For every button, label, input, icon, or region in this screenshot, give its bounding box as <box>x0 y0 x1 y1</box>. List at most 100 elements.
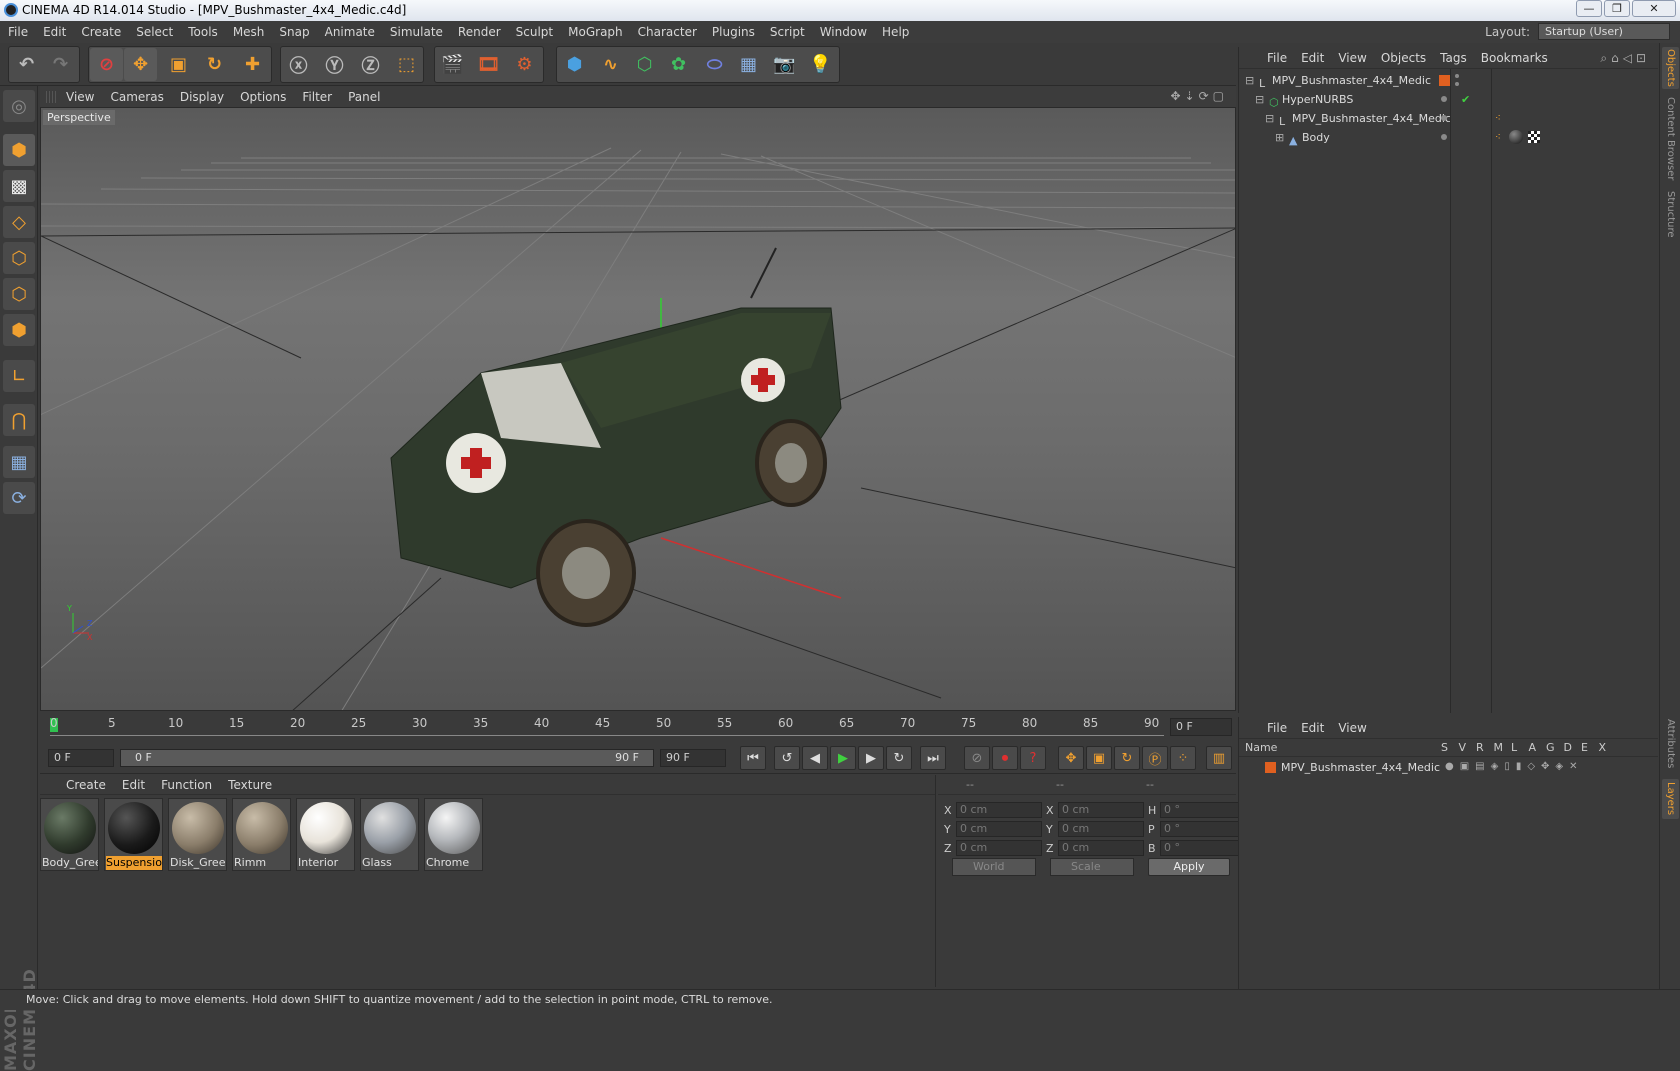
col-animation[interactable]: A <box>1529 741 1547 754</box>
spline-icon[interactable]: ∿ <box>594 48 627 81</box>
planar-workplane-icon[interactable]: ⟳ <box>3 482 35 514</box>
object-column-divider[interactable] <box>1450 69 1451 713</box>
rotate-tool-icon[interactable]: ↻ <box>198 48 231 81</box>
material-menu-function[interactable]: Function <box>161 778 212 792</box>
material-menu-texture[interactable]: Texture <box>228 778 272 792</box>
size-z-field[interactable]: 0 cm <box>1058 840 1144 856</box>
visibility-dot[interactable] <box>1441 134 1447 140</box>
x-axis-lock-icon[interactable]: ⓧ <box>282 48 315 81</box>
material-swatch[interactable]: Body_Gree <box>40 798 99 871</box>
render-view-icon[interactable]: 🎬 <box>436 48 469 81</box>
nurbs-icon[interactable]: ⬡ <box>628 48 661 81</box>
z-axis-lock-icon[interactable]: Ⓩ <box>354 48 387 81</box>
col-render[interactable]: R <box>1476 741 1494 754</box>
object-tree-row[interactable]: ⊟ ⬡ HyperNURBS ✔ <box>1239 90 1659 109</box>
collapse-icon[interactable]: ⊟ <box>1255 90 1264 109</box>
size-y-field[interactable]: 0 cm <box>1058 821 1144 837</box>
col-xref[interactable]: X <box>1599 741 1617 754</box>
viewport-menu-panel[interactable]: Panel <box>348 90 380 104</box>
visibility-dot[interactable] <box>1441 115 1447 121</box>
col-generators[interactable]: G <box>1546 741 1564 754</box>
record-keys-icon[interactable]: ⊘ <box>964 746 990 770</box>
keyframe-selection-icon[interactable]: ? <box>1020 746 1046 770</box>
y-axis-lock-icon[interactable]: Ⓨ <box>318 48 351 81</box>
menu-simulate[interactable]: Simulate <box>390 25 443 39</box>
layout-dropdown[interactable]: Startup (User) <box>1538 23 1670 40</box>
menu-script[interactable]: Script <box>770 25 805 39</box>
col-view[interactable]: V <box>1459 741 1477 754</box>
x-axis-handle[interactable] <box>660 537 842 599</box>
workplane-lock-icon[interactable]: ▦ <box>3 446 35 478</box>
size-mode-dropdown[interactable]: Scale <box>1050 858 1134 876</box>
menu-file[interactable]: File <box>8 25 28 39</box>
col-locked[interactable]: L <box>1511 741 1529 754</box>
redo-icon[interactable]: ↷ <box>44 48 77 81</box>
key-scale-icon[interactable]: ▣ <box>1086 746 1112 770</box>
size-x-field[interactable]: 0 cm <box>1058 802 1144 818</box>
key-rotation-icon[interactable]: ↻ <box>1114 746 1140 770</box>
texture-mode-icon[interactable]: ▩ <box>3 170 35 202</box>
minimize-button[interactable]: — <box>1576 0 1602 17</box>
key-parameter-icon[interactable]: Ⓟ <box>1142 746 1168 770</box>
live-selection-icon[interactable]: ⊘ <box>90 48 123 81</box>
timeline-end-field[interactable]: 0 F <box>1170 718 1232 736</box>
move-tool-icon[interactable]: ✥ <box>124 48 157 81</box>
menu-render[interactable]: Render <box>458 25 501 39</box>
camera-icon[interactable]: 📷 <box>768 48 801 81</box>
frame-range-slider[interactable]: 0 F 90 F <box>120 749 654 767</box>
position-x-field[interactable]: 0 cm <box>956 802 1042 818</box>
material-swatch[interactable]: Interior <box>296 798 355 871</box>
render-dot[interactable] <box>1455 82 1459 86</box>
enabled-checkmark-icon[interactable]: ✔ <box>1461 90 1470 109</box>
rotation-p-field[interactable]: 0 ° <box>1160 821 1246 837</box>
light-icon[interactable]: 💡 <box>804 48 837 81</box>
visibility-dot[interactable] <box>1441 96 1447 102</box>
col-manager[interactable]: M <box>1494 741 1512 754</box>
floor-scene-icon[interactable]: ▦ <box>732 48 765 81</box>
play-icon[interactable]: ▶ <box>830 746 856 770</box>
make-editable-icon[interactable]: ◎ <box>3 90 35 122</box>
object-tree-row[interactable]: ⊞ ▲ Body ⁖ <box>1239 128 1659 147</box>
layer-flag-icons[interactable]: ●▣▤◈▯▮◇✥◈✕ <box>1445 761 1583 772</box>
next-frame-icon[interactable]: ▶ <box>858 746 884 770</box>
object-menu-view[interactable]: View <box>1338 51 1366 65</box>
layer-menu-edit[interactable]: Edit <box>1301 721 1324 735</box>
last-tool-icon[interactable]: ✚ <box>236 48 269 81</box>
menu-sculpt[interactable]: Sculpt <box>516 25 553 39</box>
coordinate-system-icon[interactable]: ⬚ <box>390 48 423 81</box>
menu-create[interactable]: Create <box>81 25 121 39</box>
tab-layers[interactable]: Layers <box>1662 779 1679 819</box>
col-deformers[interactable]: D <box>1564 741 1582 754</box>
previous-key-icon[interactable]: ↺ <box>774 746 800 770</box>
panel-grip-icon[interactable] <box>46 91 56 103</box>
layer-row[interactable]: MPV_Bushmaster_4x4_Medic ●▣▤◈▯▮◇✥◈✕ <box>1239 759 1659 777</box>
tab-structure[interactable]: Structure <box>1662 189 1679 239</box>
menu-plugins[interactable]: Plugins <box>712 25 755 39</box>
position-z-field[interactable]: 0 cm <box>956 840 1042 856</box>
coordinate-mode-dropdown[interactable]: World <box>952 858 1036 876</box>
maximize-button[interactable]: ❐ <box>1604 0 1630 17</box>
cube-primitive-icon[interactable]: ⬢ <box>558 48 591 81</box>
expand-icon[interactable]: ⊞ <box>1275 128 1284 147</box>
tab-objects[interactable]: Objects <box>1662 47 1679 89</box>
tags-column-divider[interactable] <box>1491 69 1492 713</box>
object-menu-edit[interactable]: Edit <box>1301 51 1324 65</box>
undo-icon[interactable]: ↶ <box>10 48 43 81</box>
menu-edit[interactable]: Edit <box>43 25 66 39</box>
points-mode-icon[interactable]: ⬡ <box>3 242 35 274</box>
range-end-field[interactable]: 90 F <box>660 749 726 767</box>
texture-tag-icon[interactable] <box>1528 131 1540 143</box>
object-menu-tags[interactable]: Tags <box>1440 51 1467 65</box>
layer-menu-file[interactable]: File <box>1267 721 1287 735</box>
key-pla-icon[interactable]: ⁘ <box>1170 746 1196 770</box>
viewport-menu-display[interactable]: Display <box>180 90 224 104</box>
menu-character[interactable]: Character <box>638 25 697 39</box>
go-to-start-icon[interactable]: ⏮ <box>740 746 766 770</box>
autokey-icon[interactable]: ⏺ <box>992 746 1018 770</box>
key-position-icon[interactable]: ✥ <box>1058 746 1084 770</box>
col-solo[interactable]: S <box>1441 741 1459 754</box>
material-swatch[interactable]: Suspension <box>104 798 163 871</box>
object-menu-file[interactable]: File <box>1267 51 1287 65</box>
polygons-mode-icon[interactable]: ⬢ <box>3 314 35 346</box>
timeline-window-icon[interactable]: ▥ <box>1206 746 1232 770</box>
